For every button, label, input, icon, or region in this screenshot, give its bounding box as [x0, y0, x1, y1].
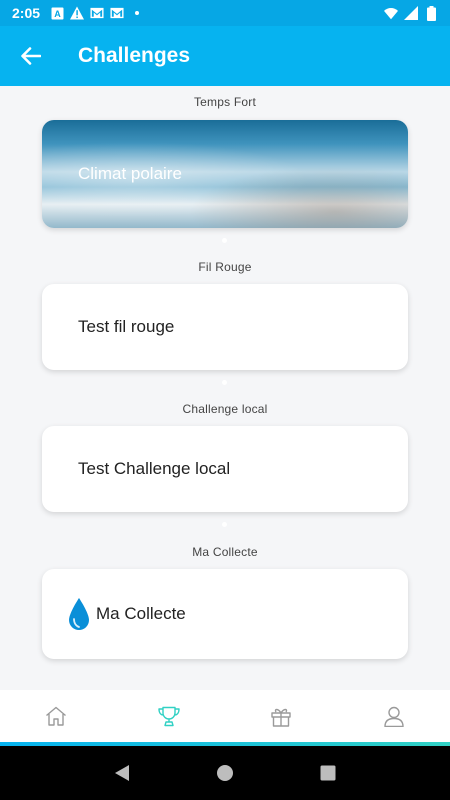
card-title: Ma Collecte: [96, 604, 186, 623]
system-recents-button[interactable]: [308, 753, 348, 793]
circle-home-icon: [216, 765, 233, 781]
nav-home[interactable]: [0, 690, 113, 742]
status-bar: 2:05 A: [0, 0, 450, 26]
signal-icon: [404, 6, 418, 20]
card-title: Climat polaire: [78, 164, 182, 183]
system-home-button[interactable]: [205, 753, 245, 793]
bottom-nav: [0, 690, 450, 742]
section-label-challenge-local: Challenge local: [182, 402, 268, 416]
section-label-ma-collecte: Ma Collecte: [192, 545, 258, 559]
challenge-card-fil-rouge[interactable]: Test fil rouge: [42, 284, 408, 370]
status-time: 2:05: [12, 5, 41, 21]
gmail-icon: [110, 6, 124, 20]
section-label-fil-rouge: Fil Rouge: [198, 260, 252, 274]
back-button[interactable]: [0, 26, 62, 86]
gmail-icon: [90, 6, 104, 20]
alert-icon: [70, 6, 85, 20]
nav-challenges[interactable]: [113, 690, 226, 742]
arrow-left-icon: [21, 47, 41, 65]
triangle-back-icon: [114, 765, 129, 781]
challenges-list[interactable]: Temps Fort Climat polaire Fil Rouge Test…: [0, 86, 450, 690]
challenge-card-climat-polaire[interactable]: Climat polaire: [42, 120, 408, 228]
wifi-icon: [384, 6, 398, 20]
challenge-card-challenge-local[interactable]: Test Challenge local: [42, 426, 408, 512]
card-title: Test Challenge local: [78, 459, 231, 478]
card-title: Test fil rouge: [78, 317, 175, 336]
battery-icon: [424, 5, 438, 21]
square-recents-icon: [320, 765, 336, 781]
challenge-card-ma-collecte[interactable]: Ma Collecte: [42, 569, 408, 659]
dot-icon: [130, 6, 144, 20]
section-label-temps-fort: Temps Fort: [193, 95, 256, 109]
trophy-icon: [158, 706, 180, 726]
home-icon: [46, 706, 67, 726]
separator-dot: [222, 238, 227, 243]
separator-dot: [222, 380, 227, 385]
svg-text:A: A: [54, 9, 61, 19]
app-bar: Challenges: [0, 26, 450, 86]
user-icon: [384, 706, 404, 727]
system-back-button[interactable]: [102, 753, 142, 793]
water-drop-icon: [69, 598, 89, 630]
nav-profile[interactable]: [338, 690, 450, 742]
page-title: Challenges: [78, 44, 191, 67]
gift-icon: [271, 708, 291, 727]
a-box-icon: A: [50, 6, 64, 20]
nav-rewards[interactable]: [225, 690, 338, 742]
system-nav-bar: [0, 746, 450, 800]
separator-dot: [222, 522, 227, 527]
